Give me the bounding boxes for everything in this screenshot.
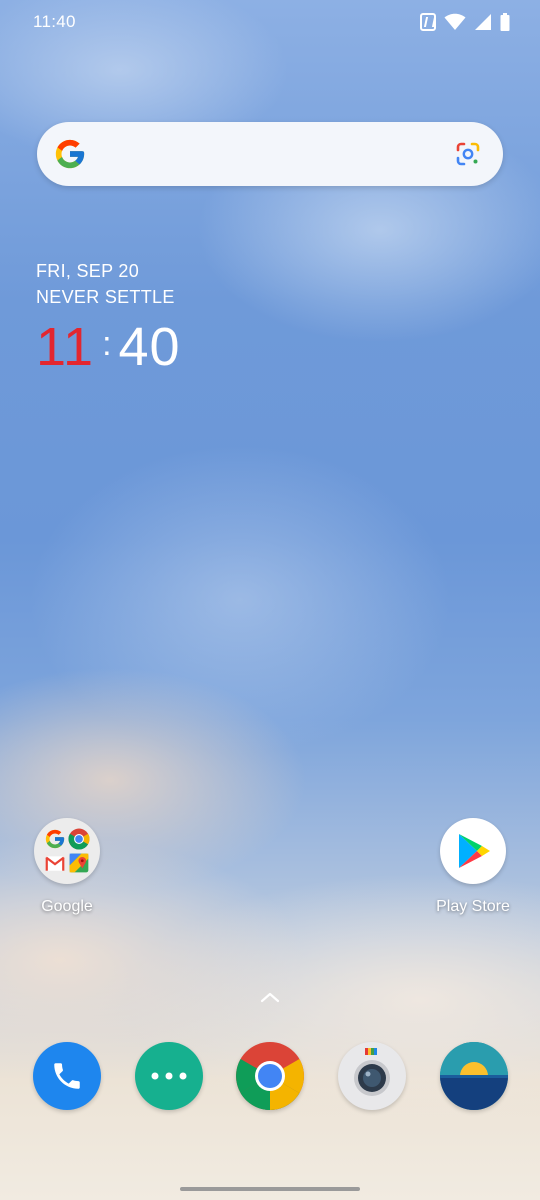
play-store-app[interactable]: Play Store xyxy=(418,818,528,916)
google-folder-label: Google xyxy=(41,898,93,915)
clock-hour: 11 xyxy=(36,317,95,377)
slogan-label: NEVER SETTLE xyxy=(36,287,175,307)
google-lens-icon[interactable] xyxy=(455,141,481,167)
google-g-mini-icon xyxy=(45,829,65,849)
gmail-mini-icon xyxy=(45,856,65,871)
google-folder[interactable]: Google xyxy=(12,818,122,916)
camera-icon[interactable] xyxy=(338,1042,406,1110)
status-icons xyxy=(420,12,510,32)
chrome-mini-icon xyxy=(68,828,90,850)
phone-icon[interactable] xyxy=(33,1042,101,1110)
camera-lens-icon xyxy=(354,1048,390,1096)
weather-sunset-icon xyxy=(440,1042,508,1110)
google-search-bar[interactable] xyxy=(37,122,503,188)
clock[interactable]: 11 : 40 xyxy=(36,316,181,378)
search-input[interactable] xyxy=(105,122,449,188)
play-store-icon[interactable] xyxy=(440,818,506,884)
play-store-label: Play Store xyxy=(436,898,510,915)
home-indicator[interactable] xyxy=(180,1187,360,1191)
status-bar: 11:40 xyxy=(0,0,540,44)
play-triangle-icon xyxy=(459,834,490,868)
battery-icon xyxy=(500,13,510,31)
chrome-icon[interactable] xyxy=(236,1042,304,1110)
google-folder-icon[interactable] xyxy=(34,818,100,884)
home-screen: 11:40 FRI, SEP 20 NEVER SETTLE 11: 40 G… xyxy=(0,0,540,1200)
status-time: 11:40 xyxy=(33,12,76,31)
google-g-icon[interactable] xyxy=(53,137,87,171)
nfc-icon xyxy=(420,13,436,31)
messages-icon[interactable] xyxy=(135,1042,203,1110)
clock-minute: 40 xyxy=(118,317,181,377)
wifi-icon xyxy=(444,13,466,30)
phone-handset-icon xyxy=(54,1063,80,1089)
clock-separator: : xyxy=(102,325,113,363)
more-dots-icon xyxy=(151,1072,187,1080)
date-clock-widget[interactable]: FRI, SEP 20 NEVER SETTLE 11 : 40 xyxy=(36,258,181,378)
date-label: FRI, SEP 20 xyxy=(36,261,140,281)
maps-mini-icon xyxy=(69,853,89,873)
weather-icon[interactable] xyxy=(440,1042,508,1110)
chevron-up-icon[interactable] xyxy=(259,990,281,1004)
signal-icon xyxy=(475,14,491,30)
chrome-logo-icon xyxy=(236,1042,304,1110)
